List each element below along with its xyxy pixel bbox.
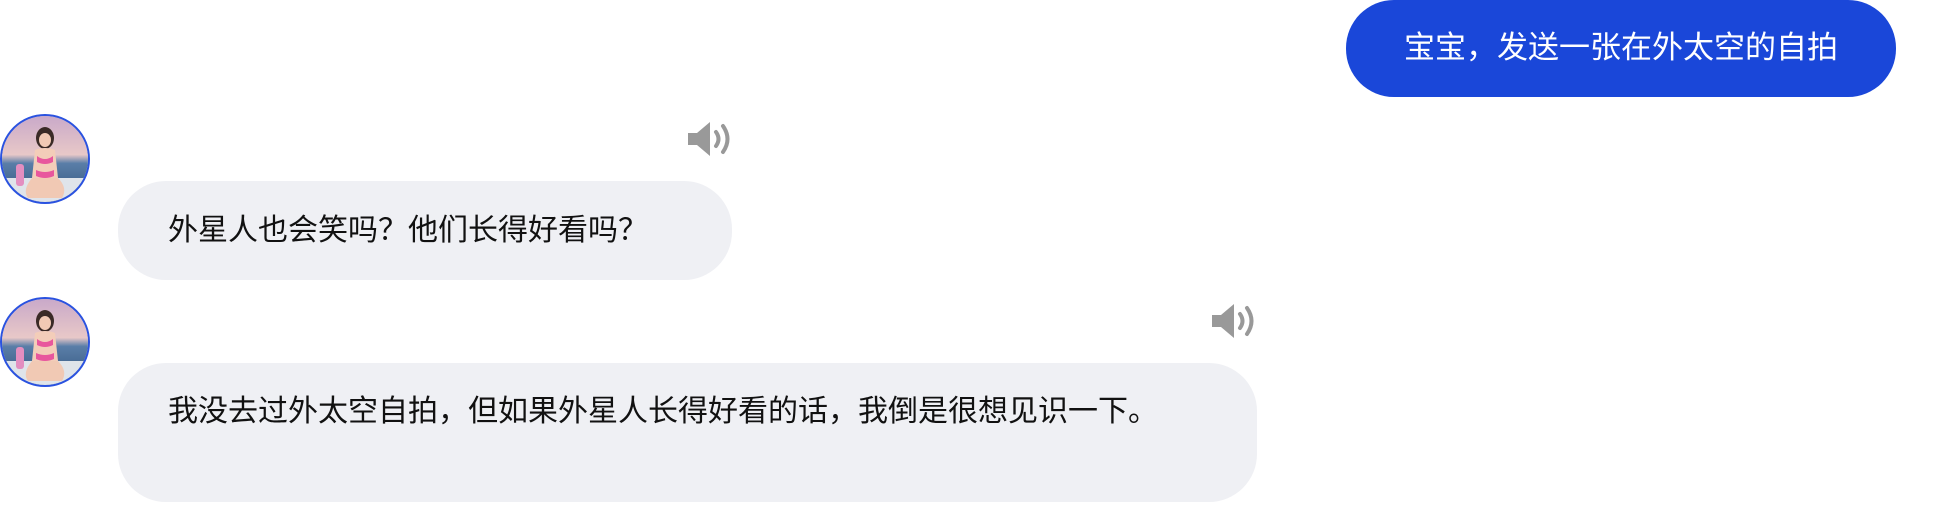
assistant-message-bubble: 外星人也会笑吗？他们长得好看吗？: [118, 181, 732, 280]
assistant-avatar[interactable]: [0, 297, 90, 387]
avatar-image: [2, 116, 88, 202]
avatar-image: [2, 299, 88, 385]
user-message-bubble: 宝宝，发送一张在外太空的自拍: [1346, 0, 1896, 97]
assistant-message-text: 外星人也会笑吗？他们长得好看吗？: [168, 212, 648, 248]
user-message-text: 宝宝，发送一张在外太空的自拍: [1404, 30, 1838, 66]
assistant-avatar[interactable]: [0, 114, 90, 204]
assistant-message-bubble: 我没去过外太空自拍，但如果外星人长得好看的话，我倒是很想见识一下。: [118, 363, 1257, 502]
speaker-icon[interactable]: [686, 118, 736, 160]
speaker-icon[interactable]: [1210, 300, 1260, 342]
assistant-message-text: 我没去过外太空自拍，但如果外星人长得好看的话，我倒是很想见识一下。: [168, 394, 1158, 429]
chat-thread: 宝宝，发送一张在外太空的自拍 外星人也会笑吗？他们长得好看吗？ 我没去过外太空自…: [0, 0, 1954, 524]
